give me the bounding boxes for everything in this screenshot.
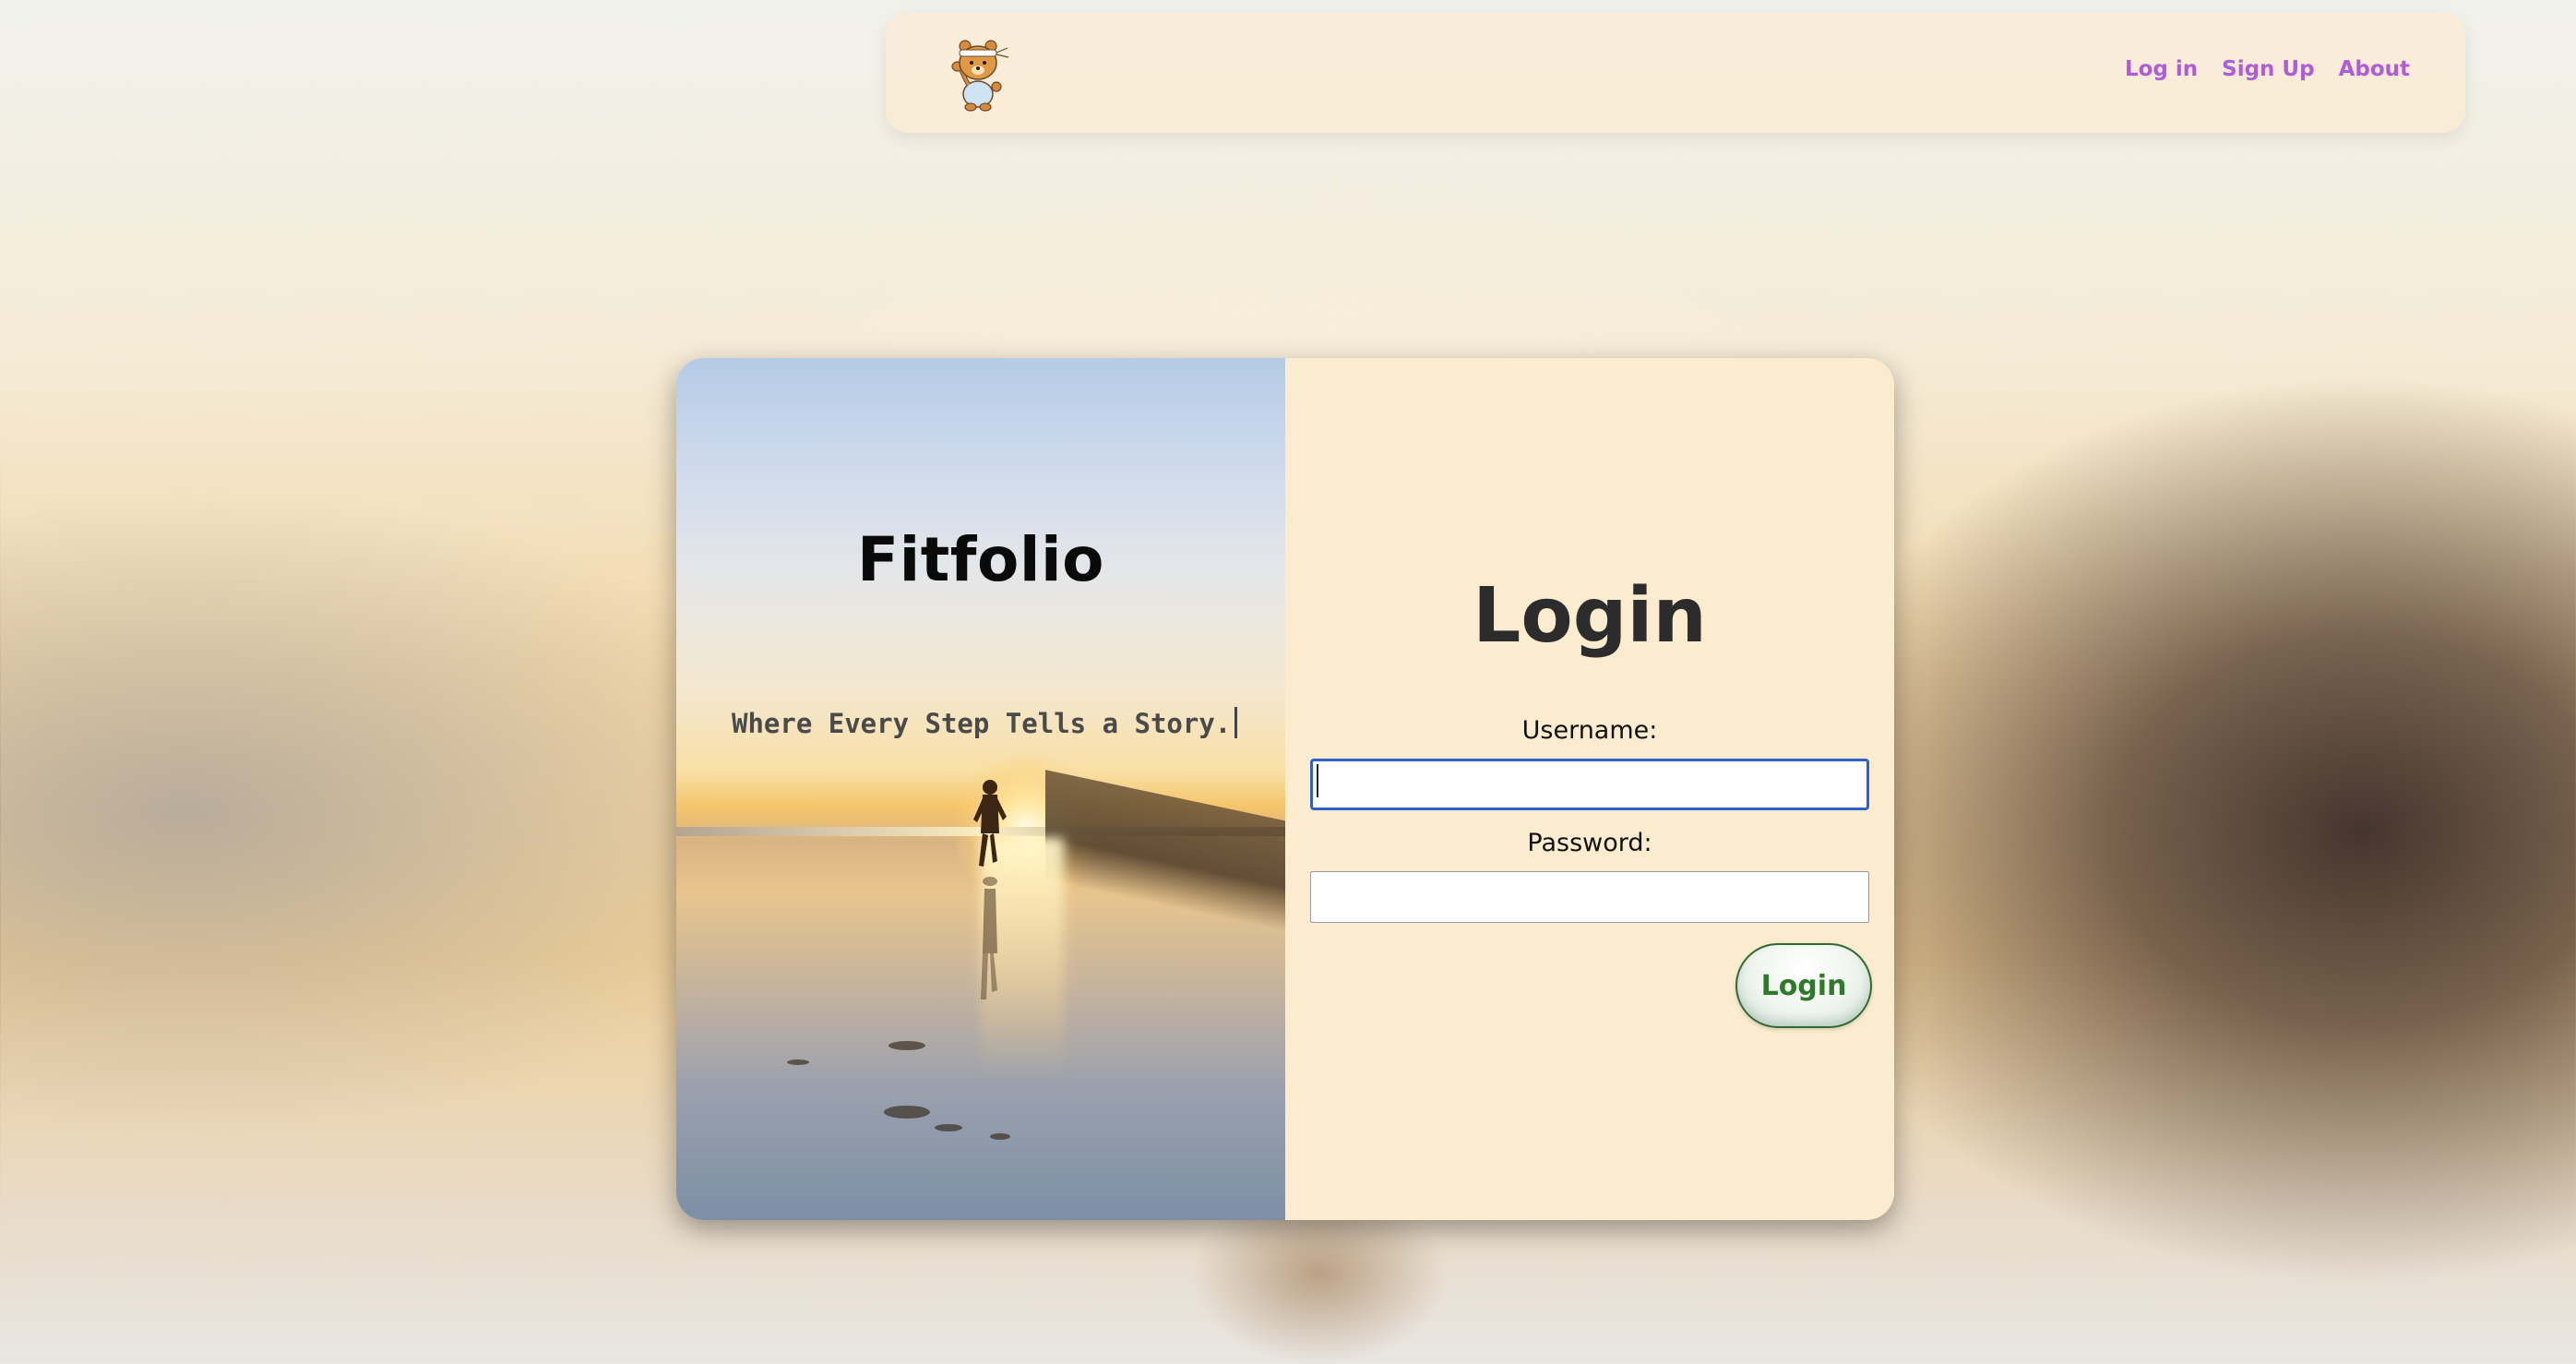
nav-about-link[interactable]: About: [2339, 57, 2410, 81]
tagline-text: Where Every Step Tells a Story.: [732, 708, 1232, 739]
password-label: Password:: [1527, 829, 1652, 857]
login-heading: Login: [1473, 572, 1707, 660]
bear-mascot-icon[interactable]: [941, 33, 1024, 116]
hero-stone: [935, 1124, 962, 1131]
app-title: Fitfolio: [857, 524, 1104, 595]
typing-caret: [1234, 707, 1238, 738]
login-panel: Login Username: Password: Login: [1285, 358, 1894, 1220]
input-caret: [1317, 764, 1318, 797]
tagline: Where Every Step Tells a Story.: [732, 707, 1238, 739]
hero-stone: [990, 1133, 1010, 1140]
hero-stone: [787, 1059, 809, 1065]
nav-signup-link[interactable]: Sign Up: [2222, 57, 2314, 81]
username-field[interactable]: [1310, 759, 1869, 810]
runner-silhouette: [973, 780, 1007, 999]
password-field[interactable]: [1310, 871, 1869, 923]
login-button[interactable]: Login: [1735, 943, 1872, 1028]
navbar: Log in Sign Up About: [886, 13, 2465, 133]
login-card: Fitfolio Where Every Step Tells a Story.…: [676, 358, 1894, 1220]
username-label: Username:: [1521, 716, 1658, 745]
nav-links: Log in Sign Up About: [2125, 57, 2410, 81]
hero-shore: [1045, 770, 1285, 939]
hero-panel: Fitfolio Where Every Step Tells a Story.: [676, 358, 1285, 1220]
nav-login-link[interactable]: Log in: [2125, 57, 2198, 81]
hero-stone: [888, 1041, 925, 1050]
hero-stone: [884, 1106, 930, 1119]
